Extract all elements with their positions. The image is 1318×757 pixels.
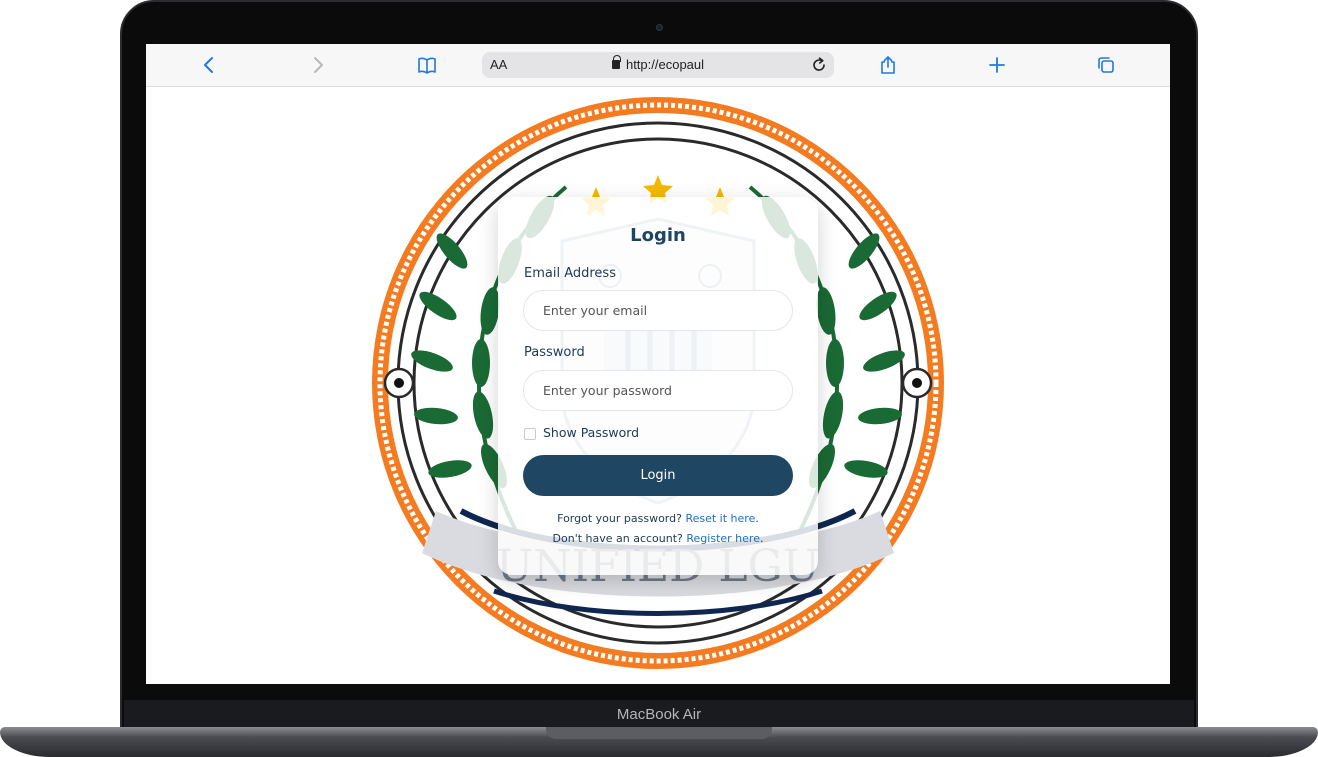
macbook-mockup: AA http://ecopaul Login Email Address En… bbox=[0, 0, 1318, 757]
lock-icon bbox=[611, 55, 621, 69]
email-label: Email Address bbox=[524, 266, 616, 281]
password-field[interactable] bbox=[523, 370, 793, 411]
reset-password-link[interactable]: Reset it here bbox=[685, 512, 755, 525]
chevron-left-icon[interactable] bbox=[196, 52, 222, 78]
login-card: Login Email Address Password Show Passwo… bbox=[498, 197, 818, 575]
address-bar[interactable]: AA http://ecopaul bbox=[482, 52, 834, 78]
forgot-password-line: Forgot your password? Reset it here. bbox=[498, 512, 818, 525]
laptop-notch bbox=[546, 727, 772, 739]
login-title: Login bbox=[630, 225, 686, 246]
period: . bbox=[755, 512, 759, 525]
password-label: Password bbox=[524, 345, 585, 360]
login-button[interactable]: Login bbox=[523, 455, 793, 496]
device-brand-label: MacBook Air bbox=[616, 706, 702, 723]
register-line: Don't have an account? Register here. bbox=[498, 532, 818, 545]
plus-icon[interactable] bbox=[984, 52, 1010, 78]
share-icon[interactable] bbox=[875, 52, 901, 78]
period: . bbox=[759, 532, 764, 545]
chevron-right-icon[interactable] bbox=[305, 52, 331, 78]
screen: AA http://ecopaul Login Email Address En… bbox=[146, 44, 1170, 684]
camera-icon bbox=[656, 24, 663, 31]
register-link[interactable]: Register here bbox=[686, 532, 760, 545]
reload-icon[interactable] bbox=[809, 55, 829, 75]
browser-toolbar: AA http://ecopaul bbox=[146, 44, 1170, 87]
tabs-icon[interactable] bbox=[1093, 52, 1119, 78]
email-field[interactable] bbox=[523, 290, 793, 331]
show-password-label[interactable]: Show Password bbox=[543, 425, 639, 440]
book-icon[interactable] bbox=[414, 52, 440, 78]
url-text: http://ecopaul bbox=[625, 57, 705, 72]
show-password-checkbox[interactable] bbox=[524, 428, 536, 440]
forgot-password-text: Forgot your password? bbox=[557, 512, 682, 525]
register-text: Don't have an account? bbox=[552, 532, 683, 545]
page-content: UNIFIED LGU Login Email Address Password… bbox=[146, 87, 1170, 684]
